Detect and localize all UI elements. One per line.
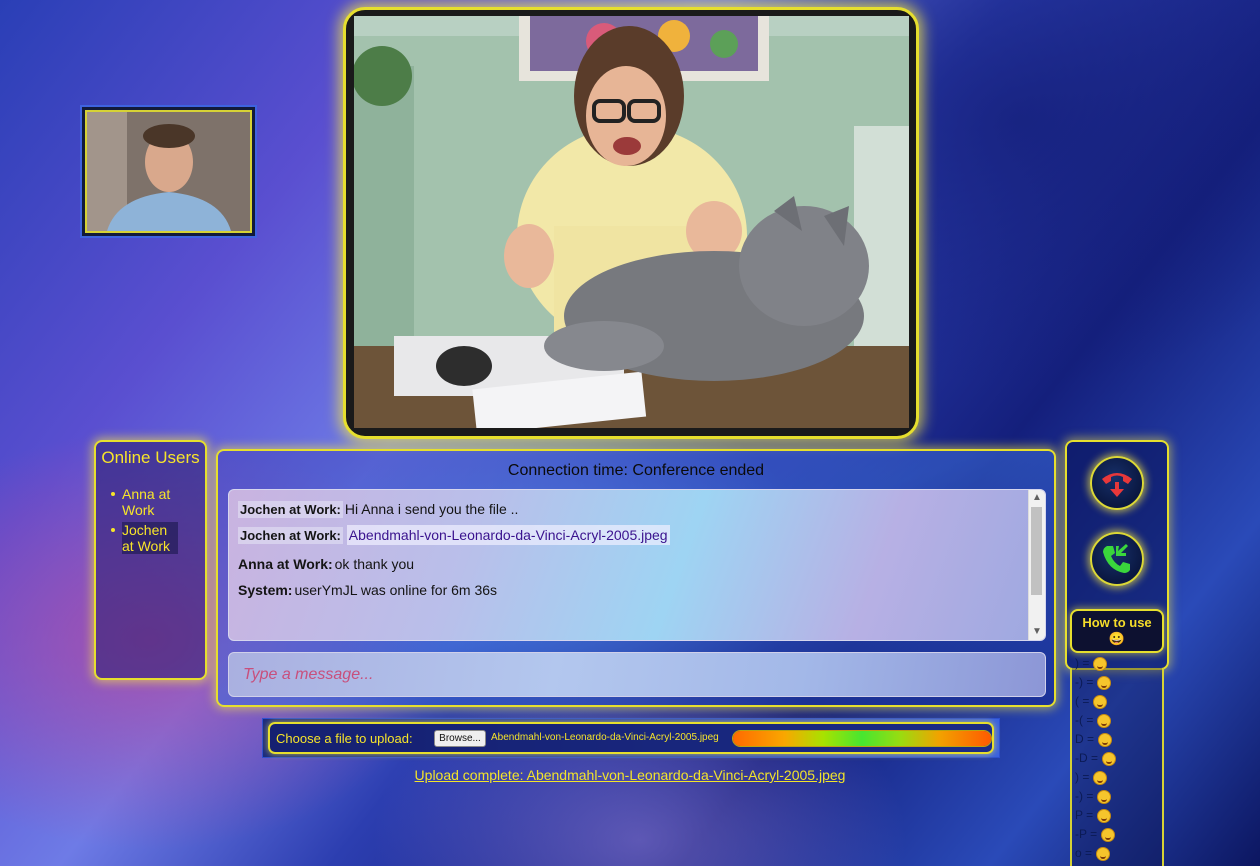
local-video [85, 110, 252, 233]
upload-progress-fill [733, 731, 991, 746]
message-text: ok thank you [334, 556, 415, 572]
local-video-scene [87, 112, 250, 231]
message-sender: Jochen at Work: [238, 527, 343, 544]
emoticon-code: D = [1075, 732, 1095, 746]
online-users-panel: Online Users Anna at Work Jochen at Work [94, 440, 207, 680]
message-sender: Anna at Work: [238, 556, 333, 572]
grin-emoji-icon [1098, 732, 1113, 747]
browse-button[interactable]: Browse... [434, 730, 486, 747]
emoticon-code: -D = [1075, 751, 1099, 765]
sad-emoji-icon [1097, 713, 1112, 728]
remote-video [354, 16, 909, 428]
smile-emoji-icon [1093, 656, 1108, 671]
grin-emoji-icon [1102, 751, 1117, 766]
connection-time-value: Conference ended [632, 462, 765, 479]
upload-status: Upload complete: Abendmahl-von-Leonardo-… [0, 767, 1260, 785]
message-sender: Jochen at Work: [238, 501, 343, 518]
upload-progress-bar [732, 730, 992, 747]
connection-time: Connection time: Conference ended [218, 462, 1054, 480]
message-text: userYmJL was online for 6m 36s [294, 582, 498, 598]
emoticon-code: ( = [1075, 694, 1090, 708]
online-user-item[interactable]: Jochen at Work [111, 522, 178, 554]
emoticon-code: -P = [1075, 827, 1098, 841]
upload-label: Choose a file to upload: [276, 731, 413, 746]
message-input[interactable] [228, 652, 1046, 697]
chat-message: System: userYmJL was online for 6m 36s [238, 582, 497, 598]
chat-scrollbar[interactable]: ▲ ▼ [1028, 490, 1045, 640]
emoticon-row: D = [1075, 732, 1113, 747]
scroll-up-arrow-icon[interactable]: ▲ [1029, 490, 1045, 506]
scroll-down-arrow-icon[interactable]: ▼ [1029, 624, 1045, 640]
how-to-use-button[interactable]: How to use 😀 [1070, 609, 1164, 653]
call-controls-panel: How to use 😀 [1065, 440, 1169, 670]
emoticon-row: -( = [1075, 713, 1112, 728]
phone-incoming-icon [1103, 544, 1130, 573]
sad-emoji-icon [1093, 694, 1108, 709]
chat-panel: Connection time: Conference ended Jochen… [216, 449, 1056, 707]
upload-complete-link[interactable]: Upload complete: Abendmahl-von-Leonardo-… [415, 767, 846, 783]
file-link[interactable]: Abendmahl-von-Leonardo-da-Vinci-Acryl-20… [346, 525, 670, 545]
remote-video-scene [354, 16, 909, 428]
how-to-use-label: How to use [1082, 615, 1152, 630]
scrollbar-thumb[interactable] [1031, 507, 1042, 595]
upload-bar: Choose a file to upload: Browse... Abend… [262, 718, 1000, 758]
hangup-button[interactable] [1090, 456, 1144, 510]
surprised-emoji-icon [1096, 846, 1111, 861]
upload-form: Choose a file to upload: Browse... Abend… [268, 722, 994, 754]
tongue-emoji-icon [1097, 808, 1112, 823]
online-user-item[interactable]: Anna at Work [111, 486, 178, 518]
online-users-list: Anna at Work Jochen at Work [96, 486, 205, 554]
emoticon-row: o = [1075, 846, 1111, 861]
accept-call-button[interactable] [1090, 532, 1144, 586]
phone-hangup-icon [1102, 473, 1132, 497]
emoticon-row: -) = [1075, 675, 1112, 690]
chat-message: Anna at Work: ok thank you [238, 556, 414, 572]
emoticon-row: ( = [1075, 694, 1108, 709]
emoticon-row: -) = [1075, 789, 1112, 804]
emoticon-row: ) = [1075, 656, 1108, 671]
emoticon-row: P = [1075, 808, 1112, 823]
emoticon-code: ) = [1075, 656, 1090, 670]
emoticon-code: -) = [1075, 789, 1094, 803]
message-sender: System: [238, 582, 293, 598]
chat-message: Jochen at Work: Hi Anna i send you the fi… [238, 501, 519, 518]
emoticon-code: o = [1075, 846, 1093, 860]
wink-emoji-icon [1097, 789, 1112, 804]
smile-emoji-icon [1097, 675, 1112, 690]
message-text: Hi Anna i send you the file .. [344, 501, 519, 517]
remote-video-frame [343, 7, 919, 439]
emoticon-row: -D = [1075, 751, 1117, 766]
emoticon-code: -( = [1075, 713, 1094, 727]
tongue-emoji-icon [1101, 827, 1116, 842]
chat-messages[interactable]: Jochen at Work: Hi Anna i send you the fi… [228, 489, 1046, 641]
chat-message: Jochen at Work: Abendmahl-von-Leonardo-d… [238, 525, 670, 545]
emoticon-code: P = [1075, 808, 1094, 822]
local-video-frame [80, 105, 257, 238]
smiley-icon: 😀 [1108, 631, 1126, 646]
selected-file-name: Abendmahl-von-Leonardo-da-Vinci-Acryl-20… [491, 732, 719, 743]
online-users-title: Online Users [101, 448, 200, 467]
emoticon-code: -) = [1075, 675, 1094, 689]
emoticon-row: -P = [1075, 827, 1116, 842]
connection-time-label: Connection time: [507, 462, 628, 479]
